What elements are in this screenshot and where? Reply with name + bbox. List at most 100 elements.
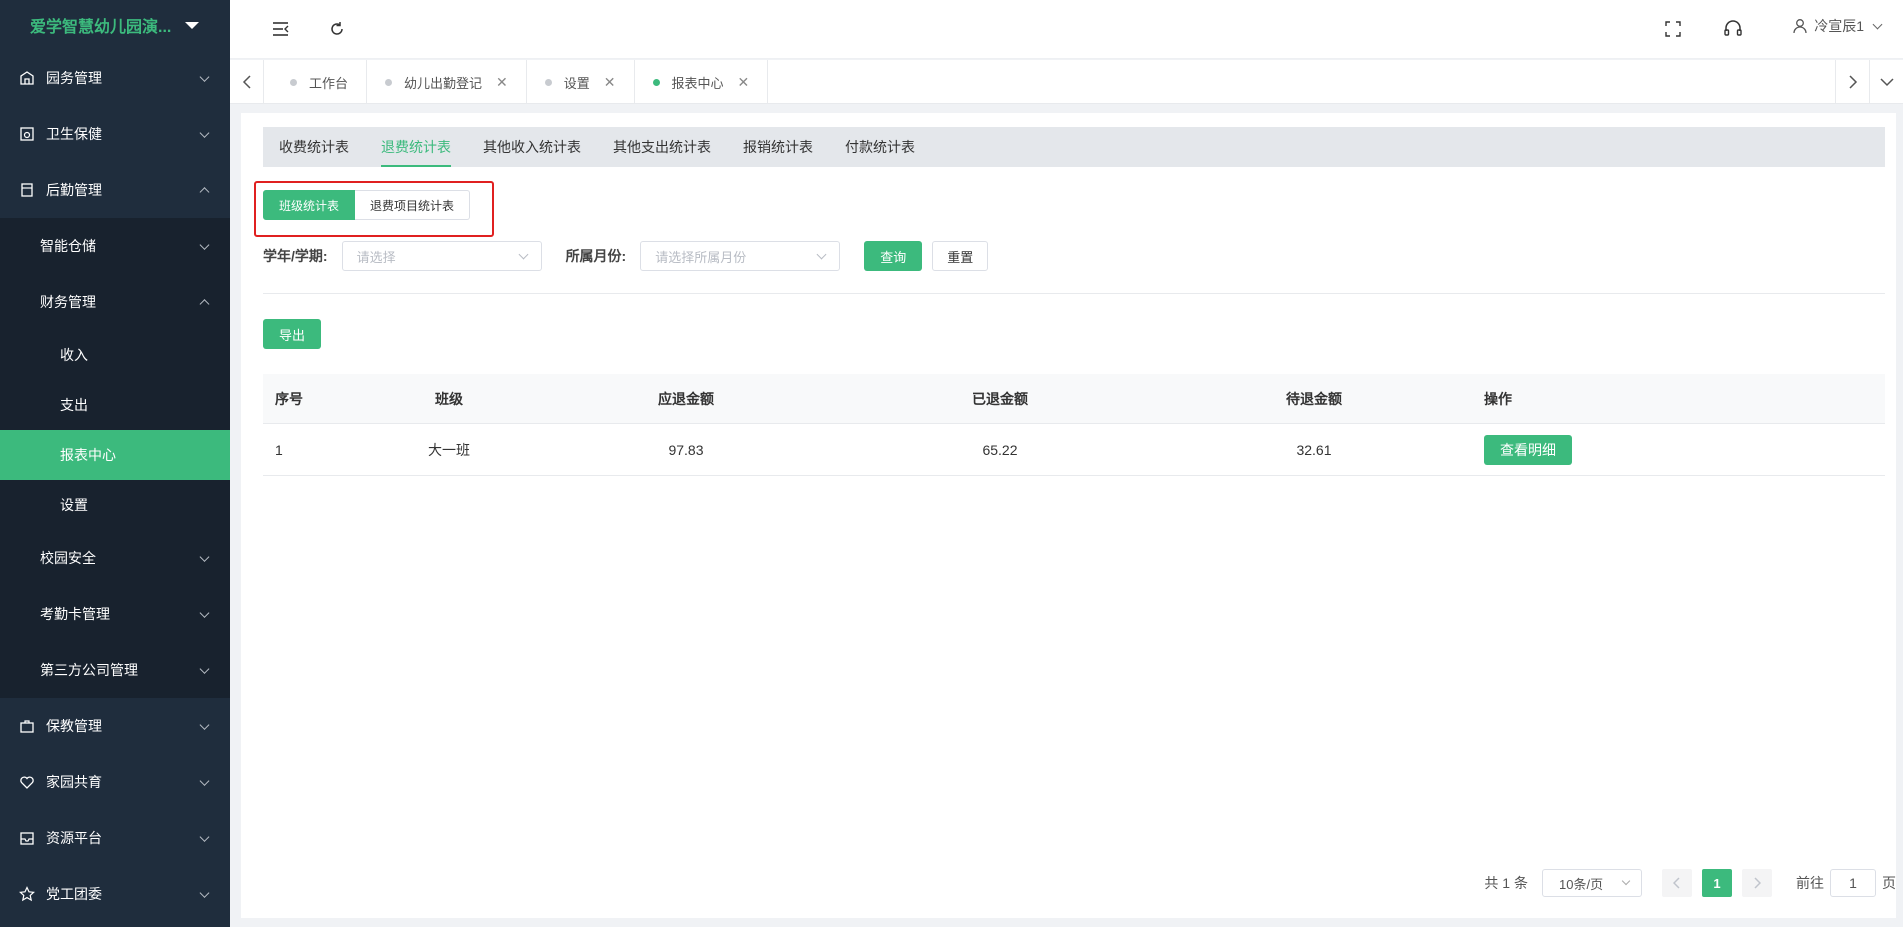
- chevron-right-icon: [1848, 75, 1857, 89]
- tab-attendance[interactable]: 幼儿出勤登记 ✕: [367, 60, 527, 104]
- table-row: 1 大一班 97.83 65.22 32.61 查看明细: [263, 424, 1885, 476]
- cell-due: 97.83: [668, 441, 704, 458]
- tab-label: 幼儿出勤登记: [404, 75, 483, 91]
- fullscreen-icon[interactable]: [1662, 18, 1684, 40]
- goto-label: 前往: [1796, 875, 1824, 891]
- sidebar-item-expense[interactable]: 支出: [0, 380, 230, 430]
- table-header: 序号 班级 应退金额 已退金额 待退金额 操作: [263, 374, 1885, 424]
- tab-payment-stats[interactable]: 付款统计表: [829, 127, 931, 167]
- heart-icon: [18, 773, 36, 791]
- close-icon[interactable]: ✕: [604, 74, 616, 91]
- sidebar-item-label: 家园共育: [46, 774, 102, 790]
- close-icon[interactable]: ✕: [496, 74, 508, 91]
- tab-refund-stats[interactable]: 退费统计表: [365, 127, 467, 167]
- page-size-select[interactable]: 10条/页: [1542, 869, 1642, 897]
- sidebar-item-income[interactable]: 收入: [0, 330, 230, 380]
- refund-stats-table: 序号 班级 应退金额 已退金额 待退金额 操作 1 大一班 97.83 65.2…: [263, 374, 1885, 476]
- sidebar-item-report-center[interactable]: 报表中心: [0, 430, 230, 480]
- sidebar-item-label: 支出: [60, 397, 88, 413]
- column-header: 序号: [275, 390, 303, 407]
- sidebar-item-label: 设置: [60, 497, 88, 513]
- sidebar-item-education[interactable]: 保教管理: [0, 698, 230, 754]
- view-detail-button[interactable]: 查看明细: [1484, 434, 1572, 465]
- tabs: 工作台 幼儿出勤登记 ✕ 设置 ✕ 报表中心 ✕: [272, 60, 769, 104]
- goto-page-input[interactable]: 1: [1830, 869, 1876, 897]
- cell-action: 查看明细: [1471, 434, 1885, 465]
- tab-dot: [544, 78, 552, 86]
- chevron-down-icon: [199, 128, 210, 138]
- tab-reimbursement-stats[interactable]: 报销统计表: [727, 127, 829, 167]
- sidebar-item-health[interactable]: 卫生保健: [0, 106, 230, 162]
- tab-fee-stats[interactable]: 收费统计表: [263, 127, 365, 167]
- close-icon[interactable]: ✕: [738, 74, 750, 91]
- chevron-down-icon: [518, 249, 529, 260]
- sidebar-item-home-school[interactable]: 家园共育: [0, 754, 230, 810]
- cell-class: 大一班: [428, 441, 470, 458]
- prev-page-button[interactable]: [1662, 869, 1692, 897]
- app-title: 爱学智慧幼儿园演...: [30, 19, 172, 36]
- caret-down-icon[interactable]: [185, 21, 200, 29]
- user-name: 冷宣辰1: [1814, 18, 1864, 34]
- sidebar-item-settings[interactable]: 设置: [0, 480, 230, 530]
- logistics-icon: [18, 181, 36, 199]
- pagination: 共 1 条 10条/页 1 前往 1 页: [1484, 868, 1896, 898]
- refund-item-stats-button[interactable]: 退费项目统计表: [355, 190, 471, 220]
- chevron-down-icon: [199, 608, 210, 618]
- chevron-down-icon: [199, 72, 210, 82]
- sidebar-item-finance[interactable]: 财务管理: [0, 274, 230, 330]
- chevron-down-icon: [816, 249, 827, 260]
- sidebar-item-label: 党工团委: [46, 886, 102, 902]
- app-brand[interactable]: 爱学智慧幼儿园演...: [0, 0, 230, 50]
- month-select[interactable]: 请选择所属月份: [640, 241, 841, 271]
- cell-refunded: 65.22: [982, 441, 1018, 458]
- sidebar-item-attendance-card[interactable]: 考勤卡管理: [0, 586, 230, 642]
- main-content: 收费统计表 退费统计表 其他收入统计表 其他支出统计表 报销统计表 付款统计表 …: [241, 113, 1896, 918]
- chevron-down-icon: [199, 552, 210, 562]
- tab-other-expense-stats[interactable]: 其他支出统计表: [597, 127, 727, 167]
- page-suffix: 页: [1882, 875, 1896, 891]
- tab-scroll-left[interactable]: [230, 60, 264, 104]
- sidebar-item-third-party[interactable]: 第三方公司管理: [0, 642, 230, 698]
- tab-dot: [385, 78, 393, 86]
- total-count: 共 1 条: [1484, 875, 1528, 891]
- page-number-current[interactable]: 1: [1702, 869, 1732, 897]
- chevron-right-icon: [1754, 877, 1761, 889]
- tab-bar: 工作台 幼儿出勤登记 ✕ 设置 ✕ 报表中心 ✕: [230, 60, 1903, 104]
- reset-button[interactable]: 重置: [932, 241, 989, 271]
- column-header: 已退金额: [972, 390, 1028, 407]
- sidebar-item-label: 资源平台: [46, 830, 102, 846]
- term-select[interactable]: 请选择: [341, 241, 542, 271]
- sidebar-item-campus-safety[interactable]: 校园安全: [0, 530, 230, 586]
- chevron-left-icon: [242, 75, 251, 89]
- query-button[interactable]: 查询: [864, 241, 923, 271]
- export-button[interactable]: 导出: [263, 319, 322, 349]
- tab-other-income-stats[interactable]: 其他收入统计表: [467, 127, 597, 167]
- chevron-down-icon: [1872, 19, 1883, 29]
- chevron-up-icon: [199, 299, 210, 310]
- next-page-button[interactable]: [1742, 869, 1772, 897]
- tab-workbench[interactable]: 工作台: [272, 60, 368, 104]
- refresh-icon[interactable]: [326, 18, 348, 40]
- tab-menu-dropdown[interactable]: [1869, 60, 1903, 104]
- chevron-down-icon: [199, 832, 210, 842]
- sidebar-item-campus[interactable]: 园务管理: [0, 50, 230, 106]
- tab-settings[interactable]: 设置 ✕: [527, 60, 635, 104]
- class-stats-button[interactable]: 班级统计表: [263, 190, 356, 220]
- month-placeholder: 请选择所属月份: [655, 249, 747, 265]
- column-header: 班级: [435, 390, 463, 407]
- menu-collapse-icon[interactable]: [270, 18, 292, 40]
- sidebar-item-resources[interactable]: 资源平台: [0, 810, 230, 866]
- stats-type-segment: 班级统计表 退费项目统计表: [263, 190, 471, 220]
- sidebar-item-logistics[interactable]: 后勤管理: [0, 162, 230, 218]
- user-menu[interactable]: 冷宣辰1: [1792, 16, 1883, 36]
- headset-icon[interactable]: [1722, 18, 1744, 40]
- sidebar-item-storage[interactable]: 智能仓储: [0, 218, 230, 274]
- sidebar-item-label: 后勤管理: [46, 182, 102, 198]
- finance-submenu: 收入 支出 报表中心 设置: [0, 330, 230, 530]
- tab-report-center[interactable]: 报表中心 ✕: [635, 60, 769, 104]
- tab-scroll-right[interactable]: [1835, 60, 1869, 104]
- chevron-down-icon: [199, 888, 210, 898]
- sidebar-item-party[interactable]: 党工团委: [0, 866, 230, 922]
- inbox-icon: [18, 829, 36, 847]
- building-icon: [18, 69, 36, 87]
